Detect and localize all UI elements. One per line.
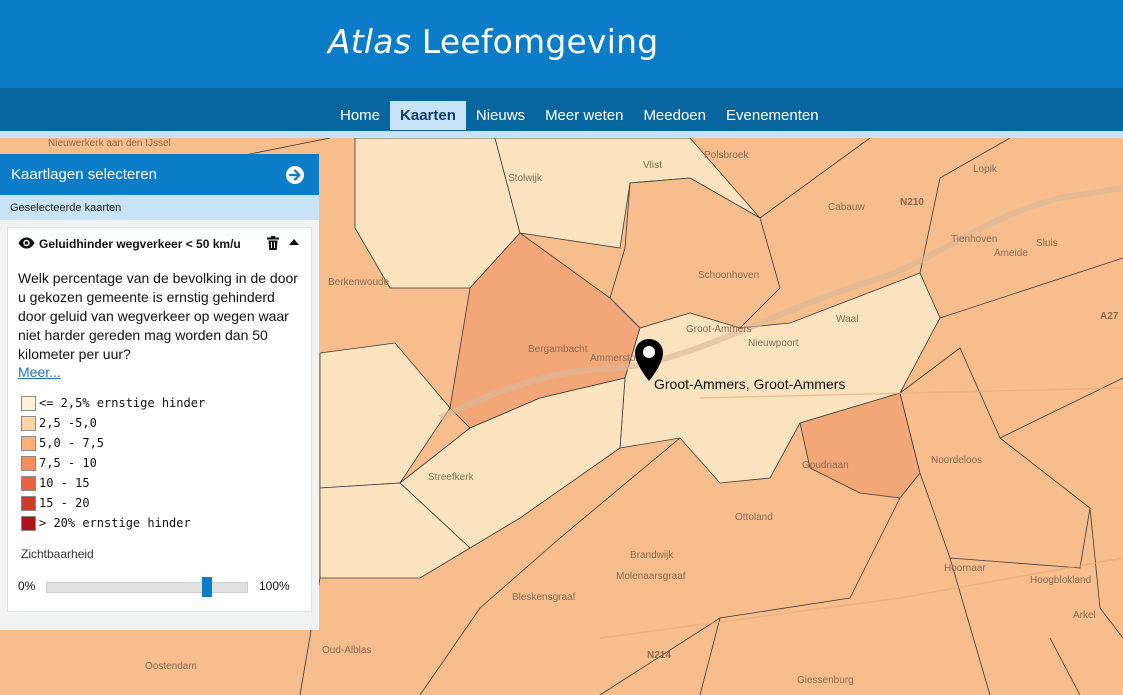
place-label: Polsbroek — [704, 150, 749, 161]
place-label: Ammerstol — [590, 353, 638, 364]
legend-swatch — [21, 476, 36, 491]
nav-evenementen[interactable]: Evenementen — [716, 101, 829, 130]
eye-icon[interactable] — [18, 237, 35, 249]
main-nav: Home Kaarten Nieuws Meer weten Meedoen E… — [0, 88, 1123, 131]
place-label: Brandwijk — [630, 550, 674, 561]
legend-swatch — [21, 436, 36, 451]
place-label: Hoornaar — [944, 563, 986, 574]
chevron-up-icon[interactable] — [289, 238, 299, 246]
layer-card: Geluidhinder wegverkeer < 50 km/u Welk p… — [7, 227, 312, 612]
legend-swatch — [21, 456, 36, 471]
place-label: Waal — [836, 314, 859, 325]
nav-kaarten[interactable]: Kaarten — [390, 101, 466, 130]
place-label: Berkenwoude — [328, 277, 390, 288]
place-label: Oud-Alblas — [322, 645, 372, 656]
place-label: Hoogblokland — [1030, 575, 1092, 586]
road-label: A27 — [1100, 311, 1119, 322]
selected-maps-label: Geselecteerde kaarten — [10, 202, 122, 214]
place-label: Sluis — [1036, 238, 1058, 249]
nav-home[interactable]: Home — [330, 101, 390, 130]
place-label: Stolwijk — [508, 173, 542, 184]
nav-meedoen[interactable]: Meedoen — [633, 101, 716, 130]
site-logo[interactable]: Atlas Leefomgeving — [328, 22, 658, 61]
place-label: Nieuwerkerk aan den IJssel — [48, 138, 171, 149]
layer-name: Geluidhinder wegverkeer < 50 km/u — [39, 237, 241, 251]
legend-label: > 20% ernstige hinder — [39, 516, 191, 530]
place-label: Ameide — [994, 248, 1028, 259]
nav-nieuws[interactable]: Nieuws — [466, 101, 535, 130]
selected-maps-header: Geselecteerde kaarten — [0, 195, 319, 220]
place-label: Giessenburg — [797, 675, 854, 686]
place-label: Cabauw — [828, 202, 865, 213]
place-label: Arkel — [1073, 610, 1096, 621]
place-label: Oostendam — [145, 661, 197, 672]
slider-min-label: 0% — [18, 579, 36, 593]
panel-header: Kaartlagen selecteren — [0, 154, 319, 195]
legend-swatch — [21, 496, 36, 511]
legend-swatch — [21, 416, 36, 431]
site-header: Atlas Leefomgeving — [0, 0, 1123, 88]
legend-label: 15 - 20 — [39, 496, 90, 510]
brand-atlas: Atlas — [328, 22, 412, 61]
visibility-slider[interactable] — [46, 577, 248, 597]
legend-label: 10 - 15 — [39, 476, 90, 490]
legend-label: <= 2,5% ernstige hinder — [39, 396, 206, 410]
place-label: Groot-Ammers — [686, 324, 752, 335]
trash-icon[interactable] — [267, 236, 279, 250]
nav-strip — [0, 131, 1123, 138]
marker-label: Groot-Ammers, Groot-Ammers — [654, 376, 846, 392]
layer-card-header: Geluidhinder wegverkeer < 50 km/u — [8, 228, 311, 258]
place-label: Goudriaan — [802, 460, 849, 471]
brand-name: Leefomgeving — [421, 22, 659, 61]
more-link[interactable]: Meer... — [18, 364, 61, 380]
place-label: Nieuwpoort — [748, 338, 799, 349]
road-label: N214 — [647, 650, 671, 661]
legend-label: 7,5 - 10 — [39, 456, 97, 470]
legend-swatch — [21, 396, 36, 411]
place-label: Tienhoven — [951, 234, 998, 245]
legend-label: 2,5 -5,0 — [39, 416, 97, 430]
visibility-slider-handle[interactable] — [202, 577, 212, 597]
visibility-label: Zichtbaarheid — [21, 547, 94, 561]
place-label: Streefkerk — [428, 472, 474, 483]
layers-panel: Kaartlagen selecteren Geselecteerde kaar… — [0, 154, 319, 630]
arrow-right-circle-icon[interactable] — [285, 165, 305, 185]
slider-max-label: 100% — [259, 579, 290, 593]
legend-swatch — [21, 516, 36, 531]
panel-title: Kaartlagen selecteren — [11, 166, 157, 183]
place-label: Bleskensgraaf — [512, 592, 576, 603]
place-label: Noordeloos — [931, 455, 983, 466]
legend-label: 5,0 - 7,5 — [39, 436, 105, 450]
place-label: Schoonhoven — [698, 270, 760, 281]
place-label: Molenaarsgraaf — [616, 571, 686, 582]
road-label: N210 — [900, 197, 924, 208]
place-label: Vlist — [643, 160, 662, 171]
place-label: Ottoland — [735, 512, 773, 523]
layer-description: Welk percentage van de bevolking in de d… — [18, 270, 298, 362]
place-label: Lopik — [973, 164, 997, 175]
place-label: Bergambacht — [528, 344, 588, 355]
nav-meer-weten[interactable]: Meer weten — [535, 101, 633, 130]
